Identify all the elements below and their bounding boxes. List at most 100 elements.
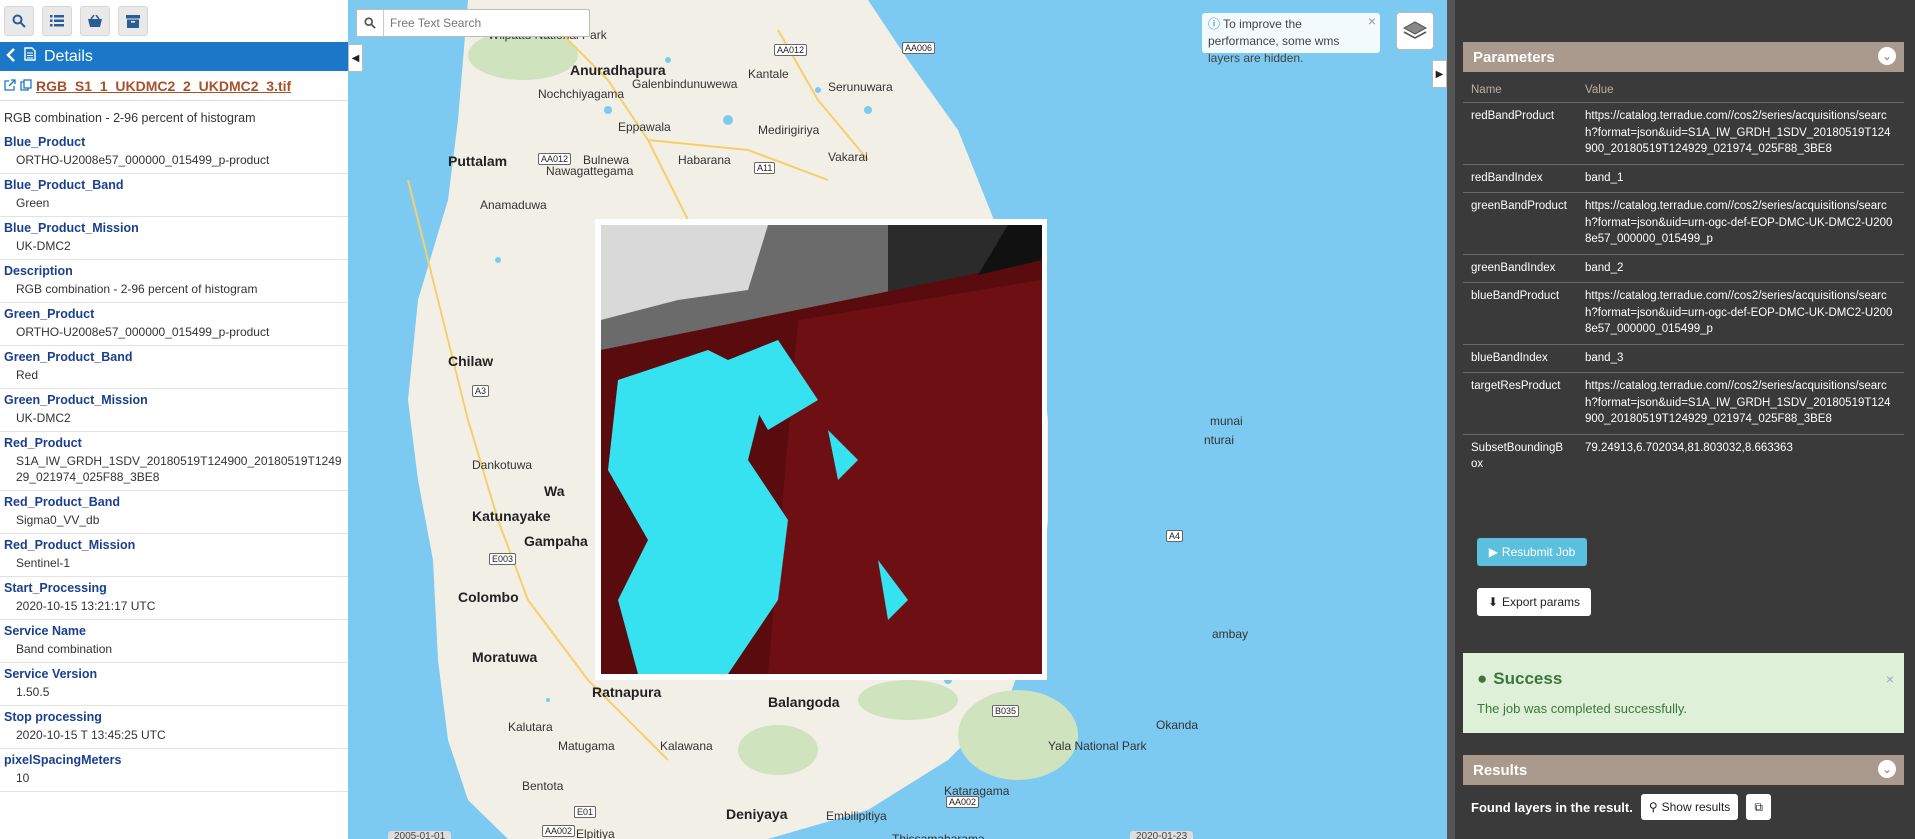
chevron-down-icon[interactable]: ⌄ <box>1878 47 1896 65</box>
collapse-left-button[interactable]: ◀ <box>348 44 363 72</box>
toolbar <box>0 0 348 42</box>
basket-icon[interactable] <box>80 6 110 36</box>
property-key: Red_Product_Band <box>4 495 120 509</box>
search-icon[interactable] <box>357 10 384 36</box>
property-item: Description RGB combination - 2-96 percen… <box>0 260 348 303</box>
show-results-label: Show results <box>1661 800 1731 814</box>
back-icon[interactable] <box>6 47 16 66</box>
archive-icon[interactable] <box>118 6 148 36</box>
chevron-down-icon[interactable]: ⌄ <box>1878 760 1896 778</box>
map-place-label: Moratuwa <box>472 649 538 665</box>
map-place-label: Kantale <box>748 67 789 81</box>
road-shield: A11 <box>754 162 776 174</box>
road-shield: AA012 <box>774 44 808 56</box>
summary-text: RGB combination - 2-96 percent of histog… <box>4 111 256 125</box>
parameter-value: https://catalog.terradue.com//cos2/serie… <box>1577 102 1904 164</box>
parameter-row: greenBandProduct https://catalog.terradue… <box>1463 192 1904 254</box>
parameter-row: greenBandIndex band_2 <box>1463 253 1904 283</box>
export-params-button[interactable]: ⬇ Export params <box>1477 588 1591 616</box>
map-place-label: Habarana <box>678 153 731 167</box>
property-value: S1A_IW_GRDH_1SDV_20180519T124900_2018051… <box>16 454 342 484</box>
parameter-row: SubsetBoundingBox 79.24913,6.702034,81.80… <box>1463 433 1904 479</box>
performance-notice: ⓘ To improve the performance, some wms l… <box>1202 13 1380 65</box>
parameter-name: redBandProduct <box>1463 102 1577 164</box>
property-key: Start_Processing <box>4 581 107 595</box>
list-icon[interactable] <box>42 6 72 36</box>
road-shield: E003 <box>489 553 517 565</box>
property-value: ORTHO-U2008e57_000000_015499_p-product <box>16 153 270 167</box>
property-key: pixelSpacingMeters <box>4 753 122 767</box>
property-value: Sentinel-1 <box>16 556 71 570</box>
parameter-value: band_3 <box>1577 343 1904 373</box>
parameter-row: targetResProduct https://catalog.terradue… <box>1463 372 1904 434</box>
map-place-label: Katunayake <box>472 508 551 524</box>
road-shield: AA002 <box>542 825 576 837</box>
map-place-label: Dankotuwa <box>472 458 533 472</box>
map-marker-icon: ⚲ <box>1648 800 1658 814</box>
property-key: Green_Product_Band <box>4 350 133 364</box>
layers-button[interactable] <box>1396 12 1434 50</box>
exclamation-circle-icon: ● <box>1477 669 1488 688</box>
map-view[interactable]: PemaduwaWilpattu National ParkAnuradhapu… <box>348 0 1447 839</box>
property-item: Start_Processing 2020-10-15 13:21:17 UTC <box>0 577 348 620</box>
resubmit-label: Resubmit Job <box>1501 545 1576 559</box>
external-link-icon[interactable] <box>4 78 16 94</box>
property-item: Red_Product_Band Sigma0_VV_db <box>0 491 348 534</box>
job-panel: Parameters ⌄ Name Value redBandProduct ht… <box>1447 0 1915 839</box>
property-key: Red_Product_Mission <box>4 538 136 552</box>
map-place-label: Embilipitiya <box>826 809 887 823</box>
document-icon <box>24 47 36 66</box>
map-place-label: Deniyaya <box>726 806 788 822</box>
parameter-row: blueBandProduct https://catalog.terradue.… <box>1463 282 1904 344</box>
copy-icon[interactable] <box>20 78 32 94</box>
collapse-right-button[interactable]: ▶ <box>1432 60 1447 88</box>
map-place-label: Ratnapura <box>592 684 662 700</box>
property-key: Blue_Product_Band <box>4 178 124 192</box>
parameter-name: targetResProduct <box>1463 372 1577 434</box>
map-place-label: Thissamaharama <box>892 832 985 839</box>
map-place-label: Gampaha <box>524 533 588 549</box>
results-body: Found layers in the result. ⚲ Show resul… <box>1463 787 1904 827</box>
property-item: Green_Product_Band Red <box>0 346 348 389</box>
map-place-label: Chilaw <box>448 353 494 369</box>
search-icon[interactable] <box>4 6 34 36</box>
property-item: Blue_Product_Mission UK-DMC2 <box>0 217 348 260</box>
map-place-label: ambay <box>1212 627 1249 641</box>
resubmit-job-button[interactable]: ▶ Resubmit Job <box>1477 538 1587 566</box>
file-name-link[interactable]: RGB_S1_1_UKDMC2_2_UKDMC2_3.tif <box>36 78 291 94</box>
property-list: Blue_Product ORTHO-U2008e57_000000_015499… <box>0 131 348 792</box>
found-layers-text: Found layers in the result. <box>1471 799 1633 815</box>
map-place-label: Medirigiriya <box>758 123 820 137</box>
property-value: 2020-10-15 13:21:17 UTC <box>16 599 156 613</box>
map-place-label: Elpitiya <box>576 827 615 839</box>
property-key: Green_Product_Mission <box>4 393 148 407</box>
value-column-header: Value <box>1585 84 1614 96</box>
map-place-label: munai <box>1210 414 1243 428</box>
scrollbar[interactable] <box>1447 0 1455 839</box>
close-icon[interactable]: × <box>1368 13 1376 30</box>
play-circle-icon: ▶ <box>1488 545 1498 559</box>
parameter-value: https://catalog.terradue.com//cos2/serie… <box>1577 192 1904 254</box>
map-place-label: Galenbindunuwewa <box>632 77 738 91</box>
map-place-label: Matugama <box>558 739 615 753</box>
show-results-button[interactable]: ⚲ Show results <box>1640 794 1739 820</box>
search-input[interactable] <box>384 15 582 31</box>
property-item: Red_Product S1A_IW_GRDH_1SDV_20180519T124… <box>0 432 348 491</box>
map-place-label: Nawagattegama <box>546 164 634 178</box>
success-title: Success <box>1493 669 1563 688</box>
map-place-label: Puttalam <box>448 153 508 169</box>
property-value: 10 <box>16 771 30 785</box>
parameters-header[interactable]: Parameters ⌄ <box>1463 42 1904 72</box>
close-icon[interactable]: × <box>1886 671 1894 687</box>
layers-icon <box>1402 21 1428 39</box>
road-shield: AA012 <box>538 153 572 165</box>
property-key: Description <box>4 264 73 278</box>
property-item: Blue_Product ORTHO-U2008e57_000000_015499… <box>0 131 348 174</box>
details-header: Details <box>0 42 348 71</box>
property-value: RGB combination - 2-96 percent of histog… <box>16 282 258 296</box>
results-header[interactable]: Results ⌄ <box>1463 755 1904 785</box>
road-shield: A3 <box>472 385 490 397</box>
copy-results-button[interactable]: ⧉ <box>1746 794 1771 820</box>
parameter-name: greenBandIndex <box>1463 253 1577 283</box>
map-place-label: Yala National Park <box>1048 739 1147 753</box>
